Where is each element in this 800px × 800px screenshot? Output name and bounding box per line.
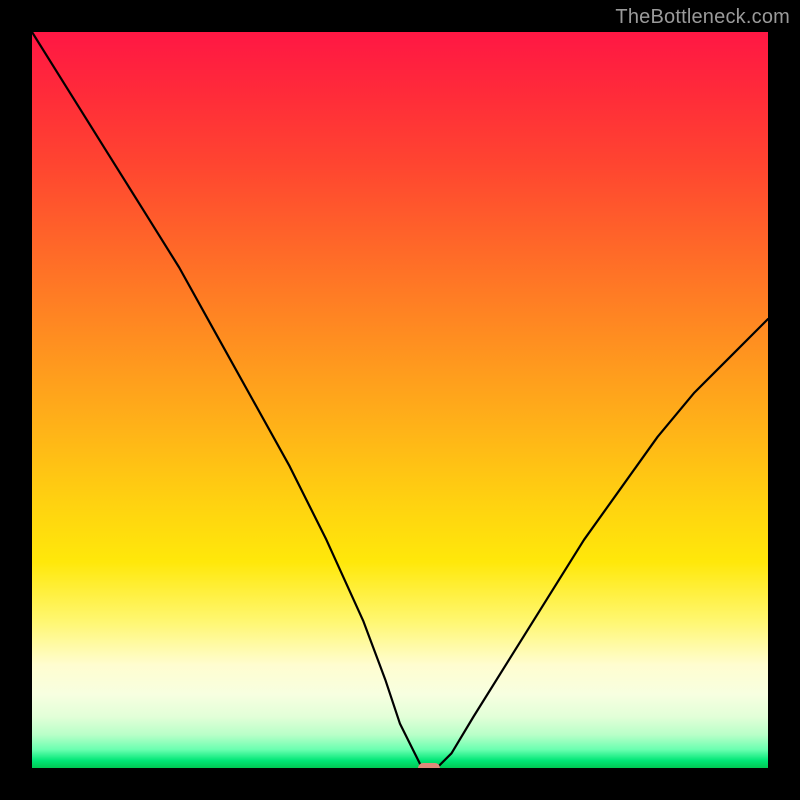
chart-stage: TheBottleneck.com [0, 0, 800, 800]
argmin-marker [418, 763, 440, 768]
bottleneck-curve [32, 32, 768, 768]
plot-area [32, 32, 768, 768]
curve-layer [32, 32, 768, 768]
watermark-text: TheBottleneck.com [615, 6, 790, 29]
